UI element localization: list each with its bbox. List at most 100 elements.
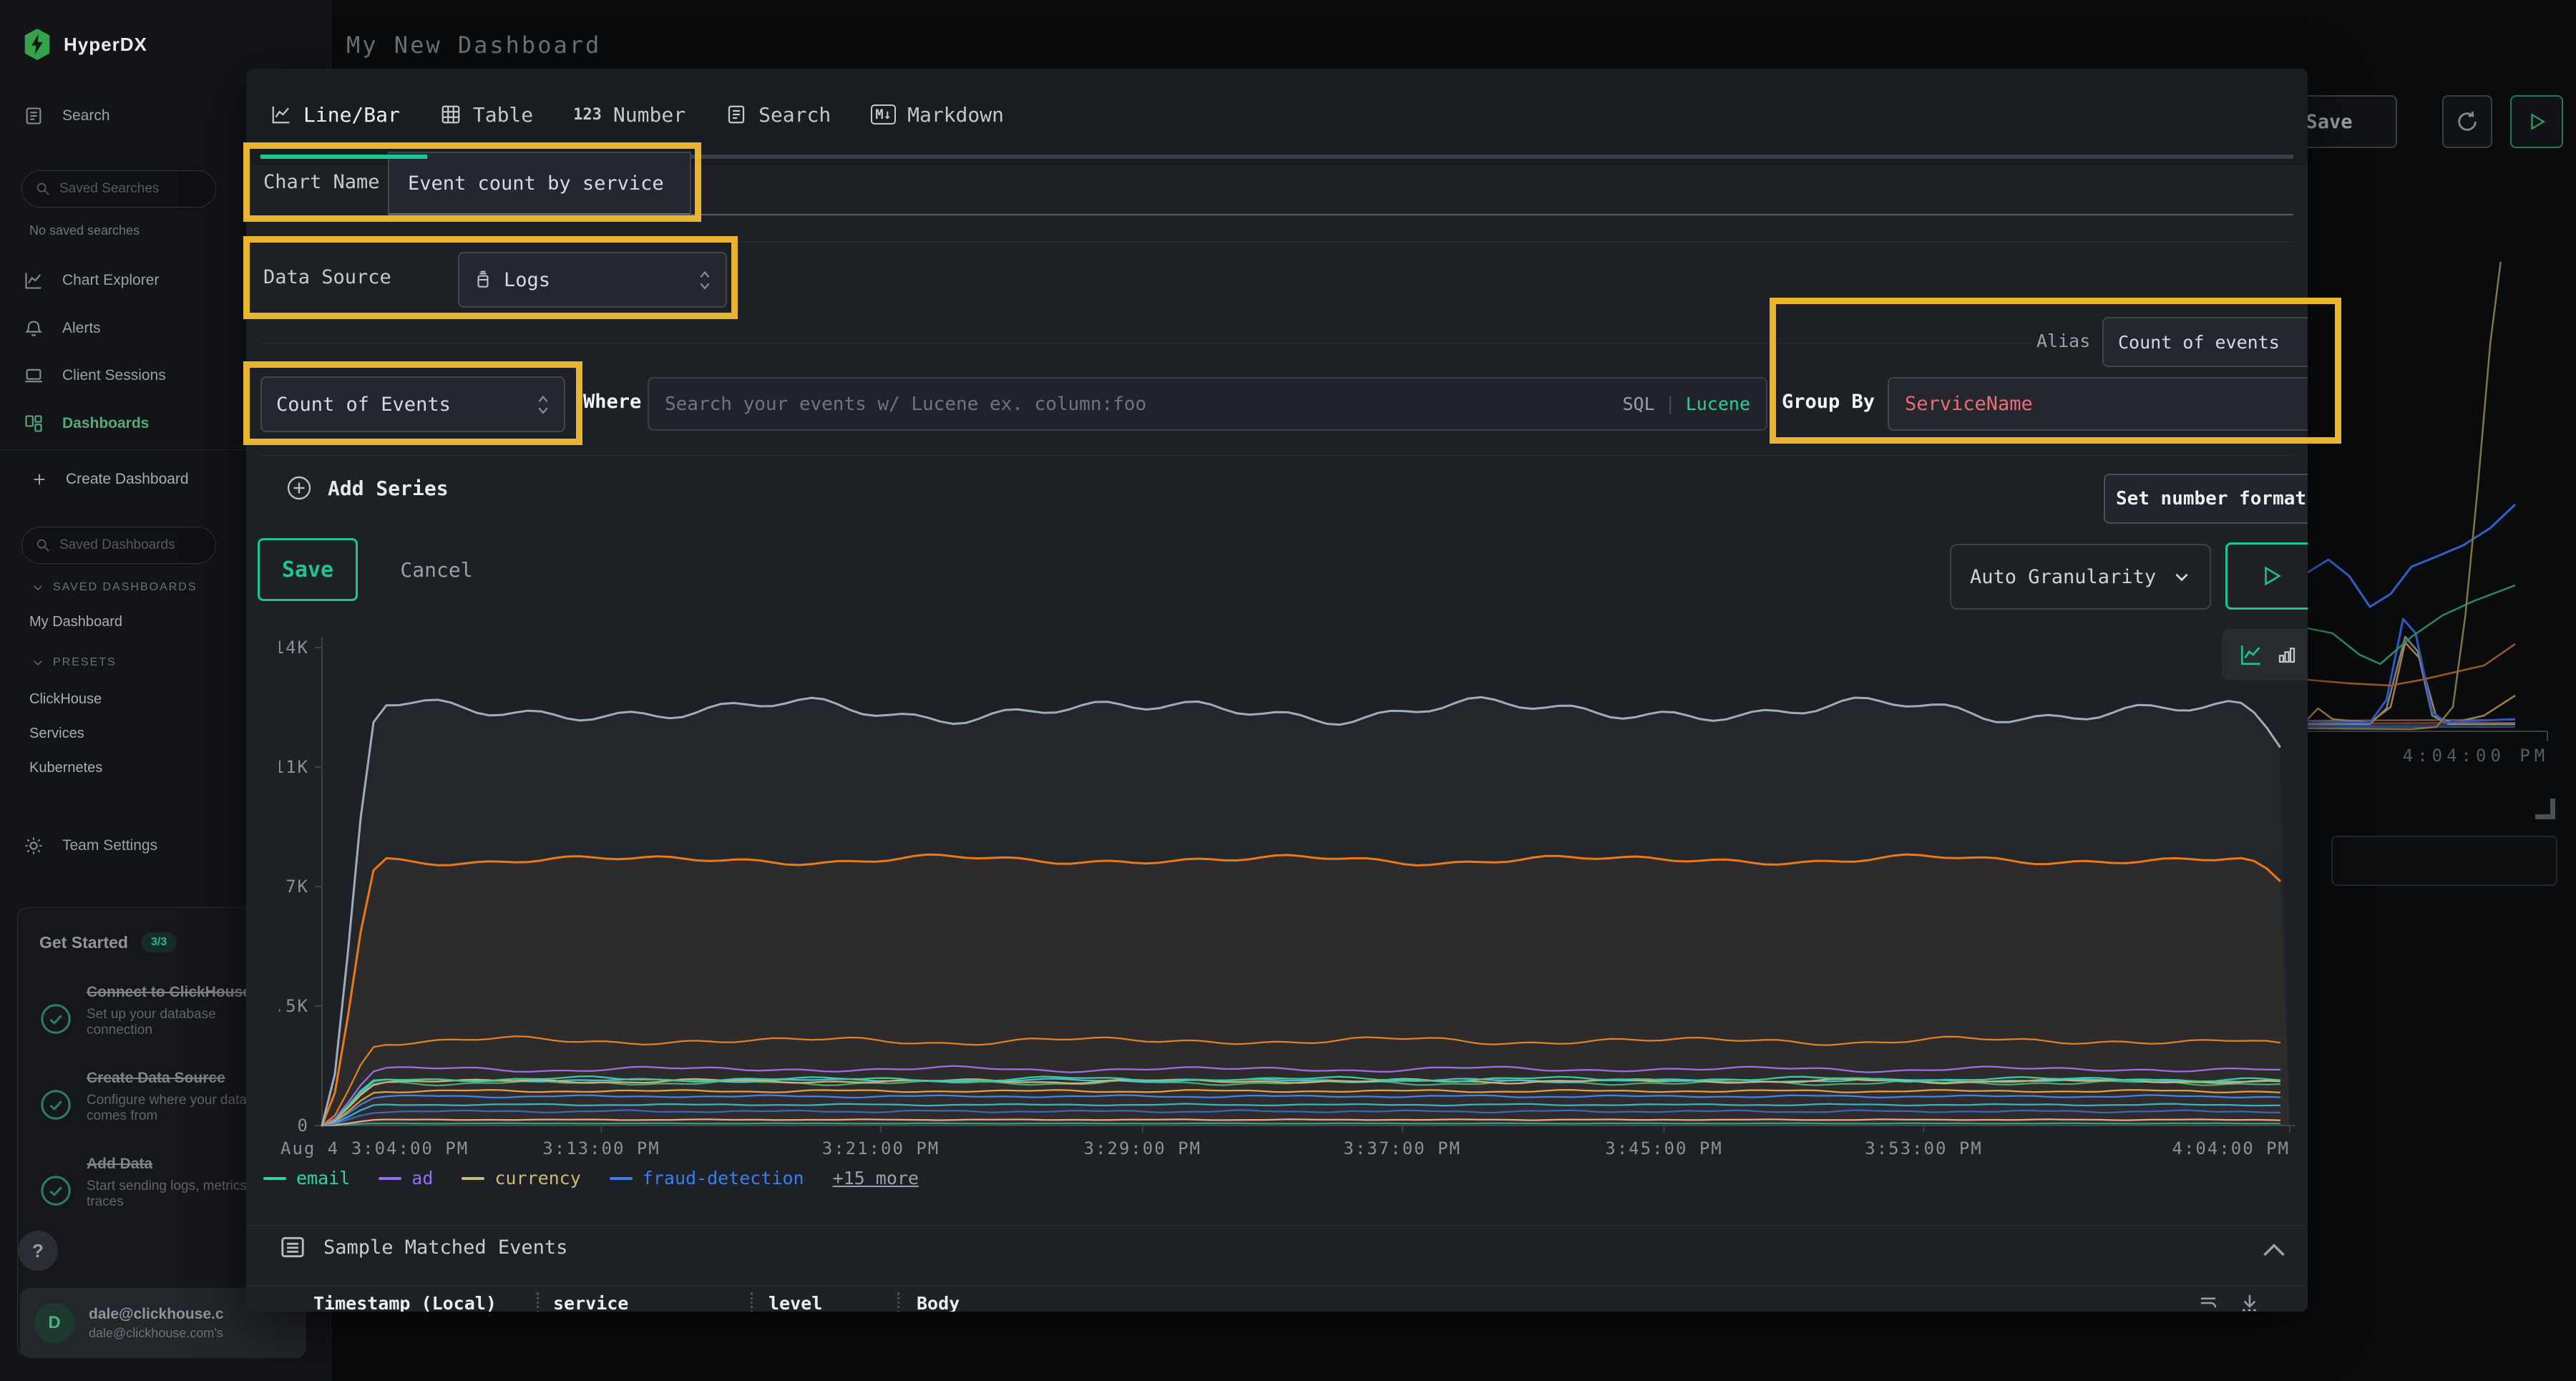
svg-text:3:37:00 PM: 3:37:00 PM xyxy=(1344,1138,1462,1158)
set-number-format-button[interactable]: Set number format xyxy=(2104,474,2308,524)
sidebar-item-client-sessions[interactable]: Client Sessions xyxy=(24,366,166,386)
svg-text:0: 0 xyxy=(298,1116,309,1136)
chart-name-input[interactable] xyxy=(388,152,691,215)
group-by-input[interactable] xyxy=(1888,377,2308,431)
dashboard-run-button[interactable] xyxy=(2510,95,2563,148)
alias-input[interactable] xyxy=(2102,317,2308,367)
column-body[interactable]: Body xyxy=(917,1293,960,1312)
sample-matched-events-header[interactable]: Sample Matched Events xyxy=(279,1234,567,1261)
tab-markdown[interactable]: M↓ Markdown xyxy=(861,89,1014,140)
tab-table[interactable]: Table xyxy=(430,89,543,140)
sidebar-item-team-settings[interactable]: Team Settings xyxy=(24,836,157,856)
where-search-box[interactable]: SQL | Lucene xyxy=(648,377,1767,431)
get-started-step[interactable]: Create Data Source Configure where your … xyxy=(39,1070,278,1124)
column-level[interactable]: level xyxy=(769,1293,897,1312)
svg-text:7K: 7K xyxy=(286,877,309,897)
download-icon[interactable] xyxy=(2239,1292,2260,1312)
svg-text:3:53:00 PM: 3:53:00 PM xyxy=(1865,1138,1983,1158)
tab-line-bar[interactable]: Line/Bar xyxy=(260,89,410,140)
sidebar-item-dashboards[interactable]: Dashboards xyxy=(24,414,149,434)
select-chevrons-icon xyxy=(537,394,550,415)
sidebar-item-chart-explorer[interactable]: Chart Explorer xyxy=(24,270,159,291)
aggregation-select[interactable]: Count of Events xyxy=(260,376,565,432)
get-started-badge: 3/3 xyxy=(141,932,177,952)
sidebar-item-search[interactable]: Search xyxy=(24,106,110,126)
events-line-chart[interactable]: 14K11K7K3.5K0Aug 4 3:04:00 PM3:13:00 PM3… xyxy=(279,630,2297,1162)
where-search-input[interactable] xyxy=(665,394,1612,415)
svg-text:3:45:00 PM: 3:45:00 PM xyxy=(1605,1138,1723,1158)
legend-swatch xyxy=(379,1177,401,1180)
aggregation-value: Count of Events xyxy=(276,394,451,416)
saved-dashboards-search[interactable] xyxy=(21,527,216,564)
chart-legend: email ad currency fraud-detection +15 mo… xyxy=(263,1168,919,1189)
sidebar-item-clickhouse[interactable]: ClickHouse xyxy=(29,691,102,708)
create-dashboard-button[interactable]: Create Dashboard xyxy=(31,471,189,488)
legend-item[interactable]: currency xyxy=(462,1168,580,1189)
list-icon xyxy=(279,1234,306,1261)
add-series-button[interactable]: Add Series xyxy=(286,475,449,501)
granularity-value: Auto Granularity xyxy=(1970,566,2156,588)
cancel-button[interactable]: Cancel xyxy=(394,538,479,601)
svg-text:Aug 4 3:04:00 PM: Aug 4 3:04:00 PM xyxy=(280,1138,469,1158)
lang-divider: | xyxy=(1665,394,1676,414)
tab-number[interactable]: 123 Number xyxy=(563,89,696,140)
column-separator xyxy=(537,1292,539,1312)
doc-list-icon xyxy=(24,106,44,126)
sidebar-item-alerts[interactable]: Alerts xyxy=(24,318,101,338)
saved-searches-search[interactable] xyxy=(21,170,216,208)
saved-searches-input[interactable] xyxy=(59,181,188,197)
filter-icon[interactable] xyxy=(2197,1292,2219,1312)
svg-text:4:04:00 PM: 4:04:00 PM xyxy=(2403,746,2550,766)
svg-text:4:04:00 PM: 4:04:00 PM xyxy=(2172,1138,2290,1158)
sidebar-item-services[interactable]: Services xyxy=(29,726,84,742)
get-started-step[interactable]: Add Data Start sending logs, metrics, or… xyxy=(39,1156,278,1210)
data-source-select[interactable]: Logs xyxy=(458,252,727,308)
column-separator xyxy=(897,1292,899,1312)
table-icon xyxy=(440,104,462,125)
run-query-button[interactable] xyxy=(2225,542,2308,610)
section-presets[interactable]: PRESETS xyxy=(31,656,117,669)
help-button[interactable]: ? xyxy=(18,1231,58,1271)
chevron-down-icon xyxy=(2172,567,2191,586)
svg-text:11K: 11K xyxy=(279,757,309,777)
tab-search[interactable]: Search xyxy=(716,89,841,140)
legend-swatch xyxy=(610,1177,633,1180)
divider xyxy=(260,242,2293,243)
save-button[interactable]: Save xyxy=(258,538,358,601)
logo-icon xyxy=(24,29,51,60)
edit-chart-modal: Line/Bar Table 123 Number Search M↓ Mark… xyxy=(246,69,2308,1312)
sidebar-item-label: Client Sessions xyxy=(62,367,166,384)
column-service[interactable]: service xyxy=(553,1293,751,1312)
sql-toggle[interactable]: SQL xyxy=(1622,394,1654,414)
get-started-step[interactable]: Connect to ClickHouse Set up your databa… xyxy=(39,984,278,1038)
column-timestamp[interactable]: Timestamp (Local) xyxy=(313,1293,537,1312)
search-icon xyxy=(35,537,51,553)
dashboard-refresh-button[interactable] xyxy=(2442,95,2492,148)
avatar: D xyxy=(34,1303,74,1343)
legend-item[interactable]: ad xyxy=(379,1168,433,1189)
hyperdx-logo[interactable]: HyperDX xyxy=(24,29,147,60)
section-saved-dashboards[interactable]: SAVED DASHBOARDS xyxy=(31,581,197,594)
play-icon xyxy=(2527,112,2546,131)
lucene-toggle[interactable]: Lucene xyxy=(1686,394,1750,414)
select-chevrons-icon xyxy=(698,269,711,291)
chevron-up-icon[interactable] xyxy=(2261,1242,2287,1259)
logo-text: HyperDX xyxy=(64,34,147,56)
sidebar-item-my-dashboard[interactable]: My Dashboard xyxy=(29,614,122,630)
bell-icon xyxy=(24,318,44,338)
line-chart-icon xyxy=(270,104,292,125)
dashboard-grid-icon xyxy=(24,414,44,434)
saved-dashboards-input[interactable] xyxy=(59,537,188,553)
tab-active-underline xyxy=(260,155,427,159)
granularity-select[interactable]: Auto Granularity xyxy=(1950,544,2211,610)
sidebar-item-label: Alerts xyxy=(62,320,101,337)
sidebar-item-kubernetes[interactable]: Kubernetes xyxy=(29,760,102,776)
sidebar-item-label: Chart Explorer xyxy=(62,272,159,289)
background-dashboard-chart: 4:04:00 PM xyxy=(2308,215,2576,844)
laptop-icon xyxy=(24,366,44,386)
play-icon xyxy=(2260,565,2282,587)
legend-more-link[interactable]: +15 more xyxy=(833,1168,919,1189)
legend-item[interactable]: fraud-detection xyxy=(610,1168,804,1189)
legend-item[interactable]: email xyxy=(263,1168,350,1189)
search-doc-icon xyxy=(726,104,747,125)
